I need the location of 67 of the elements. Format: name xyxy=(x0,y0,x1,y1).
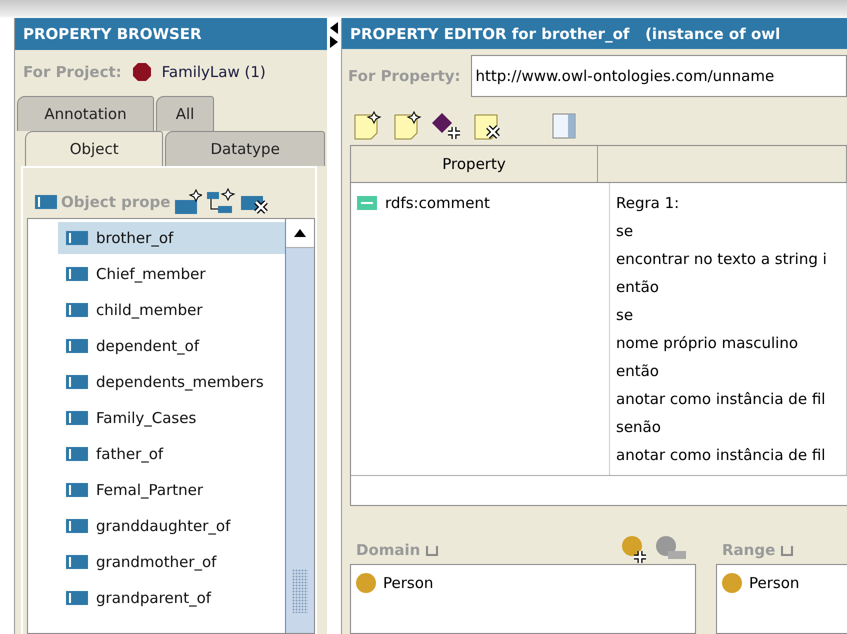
property-icon xyxy=(66,482,88,498)
comment-line: nome próprio masculino xyxy=(616,333,800,354)
property-item[interactable]: father_of xyxy=(58,438,285,470)
class-icon xyxy=(721,572,743,594)
create-property-icon[interactable] xyxy=(174,188,202,216)
class-item[interactable]: Person xyxy=(383,569,434,597)
class-icon xyxy=(355,572,377,594)
collapse-left-icon[interactable] xyxy=(330,22,338,34)
scrollbar[interactable] xyxy=(285,219,314,633)
property-uri-field[interactable]: http://www.owl-ontologies.com/unname xyxy=(470,55,847,98)
property-icon xyxy=(66,302,88,318)
property-icon xyxy=(66,410,88,426)
add-class-icon[interactable] xyxy=(620,535,648,565)
section-label: Range xyxy=(722,541,776,559)
comment-line: então xyxy=(616,277,660,298)
property-label: For Property: xyxy=(348,67,461,86)
property-item[interactable]: grandmother_of xyxy=(58,546,285,578)
comment-line: se xyxy=(616,221,634,242)
comment-line: anotar como instância de fil xyxy=(616,389,826,410)
tab[interactable]: Datatype xyxy=(165,131,325,166)
property-item[interactable]: Femal_Partner xyxy=(58,474,285,506)
project-icon xyxy=(132,62,152,82)
comment-line: encontrar no texto a string i xyxy=(616,249,827,270)
property-item[interactable]: child_member xyxy=(58,294,285,326)
tab[interactable]: Annotation xyxy=(17,96,154,131)
property-icon xyxy=(66,266,88,282)
comment-line: senão xyxy=(616,417,662,438)
table-cell-text: rdfs:comment xyxy=(385,193,490,214)
collapse-right-icon[interactable] xyxy=(330,36,338,48)
property-item[interactable]: grandparent_of xyxy=(58,582,285,614)
property-icon xyxy=(66,338,88,354)
tab[interactable]: All xyxy=(156,96,214,131)
scroll-up-icon[interactable] xyxy=(294,229,306,237)
class-item[interactable]: Person xyxy=(749,569,800,597)
union-icon xyxy=(426,544,438,556)
property-icon xyxy=(66,554,88,570)
property-item[interactable]: Family_Cases xyxy=(58,402,285,434)
property-icon xyxy=(66,518,88,534)
panel-title: PROPERTY EDITOR for brother_of (instance of owl xyxy=(342,18,847,50)
property-item[interactable]: dependents_members xyxy=(58,366,285,398)
property-item[interactable]: Chief_member xyxy=(58,258,285,290)
property-item[interactable]: brother_of xyxy=(58,222,285,254)
comment-line: então xyxy=(616,361,660,382)
add-value-icon[interactable] xyxy=(432,111,462,142)
new-note-icon[interactable] xyxy=(352,111,382,142)
property-icon xyxy=(66,446,88,462)
comment-line: Regra 1: xyxy=(616,193,680,214)
union-icon xyxy=(781,544,794,556)
comment-line: se xyxy=(616,305,634,326)
property-icon xyxy=(66,374,88,390)
create-subproperty-icon[interactable] xyxy=(206,188,236,216)
property-icon xyxy=(66,230,88,246)
property-icon xyxy=(35,194,57,210)
project-name: FamilyLaw (1) xyxy=(162,63,266,81)
property-icon xyxy=(66,590,88,606)
project-label: For Project: xyxy=(23,63,122,81)
columns-icon[interactable] xyxy=(552,113,576,140)
comment-line: anotar como instância de fil xyxy=(616,445,826,466)
panel-title: PROPERTY BROWSER xyxy=(15,18,327,50)
property-item[interactable]: dependent_of xyxy=(58,330,285,362)
list-title: Object prope xyxy=(61,193,170,211)
scroll-grip[interactable] xyxy=(292,569,308,613)
new-document-note-icon[interactable] xyxy=(392,111,422,142)
annotation-icon xyxy=(357,196,377,210)
section-label: Domain xyxy=(356,541,420,559)
tab[interactable]: Object xyxy=(25,131,164,166)
property-item[interactable]: granddaughter_of xyxy=(58,510,285,542)
